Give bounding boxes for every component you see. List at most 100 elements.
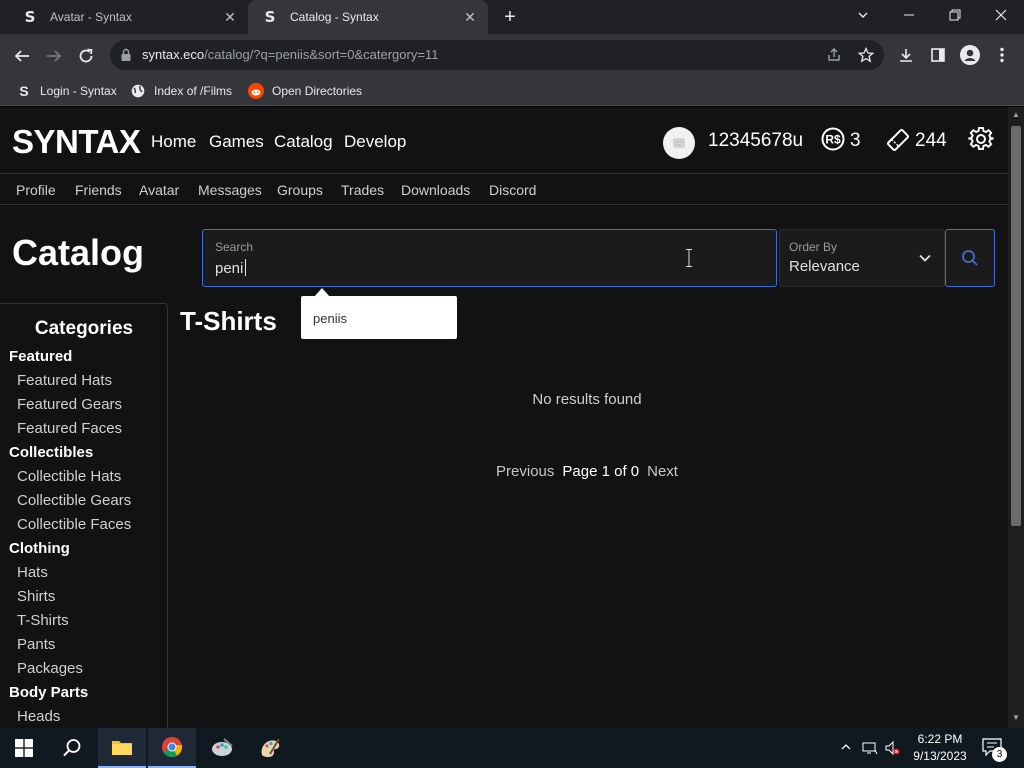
category-featured-faces[interactable]: Featured Faces — [17, 420, 122, 437]
order-by-label: Order By — [789, 240, 838, 254]
share-icon[interactable] — [823, 44, 845, 66]
category-clothing[interactable]: Clothing — [9, 540, 70, 557]
forward-arrow-icon[interactable] — [42, 44, 66, 68]
pagination: Previous Page 1 of 0 Next — [496, 463, 678, 480]
svg-text:R$: R$ — [825, 133, 841, 147]
globe-icon — [130, 83, 146, 99]
nav-home[interactable]: Home — [151, 132, 196, 152]
section-title: T-Shirts — [180, 306, 277, 336]
search-input[interactable] — [215, 258, 755, 278]
close-window-button[interactable] — [978, 0, 1024, 30]
bookmark-login-syntax[interactable]: S Login - Syntax — [16, 82, 117, 100]
side-panel-icon[interactable] — [927, 44, 949, 66]
paint-palette-icon[interactable] — [246, 728, 294, 768]
nav-games[interactable]: Games — [209, 132, 264, 152]
category-packages[interactable]: Packages — [17, 660, 83, 677]
syntax-favicon: S — [19, 83, 29, 99]
search-button[interactable] — [945, 229, 995, 287]
new-tab-button[interactable]: + — [500, 7, 520, 27]
restore-button[interactable] — [932, 0, 978, 30]
subnav-profile[interactable]: Profile — [16, 182, 56, 198]
tab-search-icon[interactable] — [840, 0, 886, 30]
robux-icon: R$ — [821, 127, 845, 151]
category-collectibles[interactable]: Collectibles — [9, 444, 93, 461]
subnav-downloads[interactable]: Downloads — [401, 182, 470, 198]
scroll-up-arrow-icon[interactable]: ▲ — [1011, 110, 1021, 120]
bookmark-open-directories[interactable]: Open Directories — [248, 82, 362, 100]
text-caret — [245, 259, 246, 276]
settings-gear-icon[interactable] — [968, 126, 994, 152]
bookmark-label: Login - Syntax — [40, 84, 117, 98]
scroll-down-arrow-icon[interactable]: ▼ — [1011, 713, 1021, 723]
nav-develop[interactable]: Develop — [344, 132, 406, 152]
category-featured-gears[interactable]: Featured Gears — [17, 396, 122, 413]
download-icon[interactable] — [895, 44, 917, 66]
chevron-down-icon — [918, 251, 932, 265]
url-text[interactable]: syntax.eco/catalog/?q=peniis&sort=0&cate… — [142, 47, 438, 62]
windows-start-icon[interactable] — [0, 728, 48, 768]
subnav-trades[interactable]: Trades — [341, 182, 384, 198]
category-t-shirts[interactable]: T-Shirts — [17, 612, 69, 629]
previous-page-button[interactable]: Previous — [496, 463, 554, 480]
paint-app-icon[interactable] — [198, 728, 246, 768]
bookmark-star-icon[interactable] — [855, 44, 877, 66]
lock-icon[interactable] — [120, 48, 132, 62]
category-shirts[interactable]: Shirts — [17, 588, 55, 605]
bookmark-label: Index of /Films — [154, 84, 233, 98]
category-featured[interactable]: Featured — [9, 348, 72, 365]
robux-count: 3 — [850, 130, 861, 151]
subnav-messages[interactable]: Messages — [198, 182, 262, 198]
next-page-button[interactable]: Next — [647, 463, 678, 480]
reload-icon[interactable] — [74, 44, 98, 68]
chrome-icon[interactable] — [148, 728, 196, 768]
taskbar-search-icon[interactable] — [48, 728, 96, 768]
order-by-value: Relevance — [789, 258, 860, 275]
subnav-groups[interactable]: Groups — [277, 182, 323, 198]
subnav-discord[interactable]: Discord — [489, 182, 536, 198]
category-pants[interactable]: Pants — [17, 636, 55, 653]
url-path: /catalog/?q=peniis&sort=0&catergory=11 — [204, 47, 439, 62]
syntax-favicon: S — [24, 8, 36, 26]
url-host: syntax.eco — [142, 47, 205, 62]
bookmark-label: Open Directories — [272, 84, 363, 98]
notification-count-badge: 3 — [992, 747, 1007, 762]
category-hats[interactable]: Hats — [17, 564, 48, 581]
bookmark-index-of-films[interactable]: Index of /Films — [130, 82, 232, 100]
subnav-avatar[interactable]: Avatar — [139, 182, 179, 198]
subnav-friends[interactable]: Friends — [75, 182, 122, 198]
sidebar-title: Categories — [34, 318, 134, 339]
user-avatar[interactable] — [663, 127, 695, 159]
close-icon[interactable]: ✕ — [462, 9, 478, 25]
scrollbar-thumb[interactable] — [1011, 126, 1021, 526]
tix-count: 244 — [915, 130, 947, 151]
profile-avatar-icon[interactable] — [959, 44, 981, 66]
tray-overflow-chevron-icon[interactable] — [840, 741, 852, 753]
tab-avatar[interactable]: S Avatar - Syntax ✕ — [0, 0, 248, 34]
tab-title: Catalog - Syntax — [290, 10, 379, 24]
syntax-favicon: S — [264, 8, 276, 26]
no-results-message: No results found — [532, 391, 642, 408]
clock-time[interactable]: 6:22 PM — [905, 732, 975, 746]
site-logo[interactable]: SYNTAX — [12, 123, 141, 161]
username[interactable]: 12345678u — [708, 130, 803, 152]
clock-date[interactable]: 9/13/2023 — [905, 749, 975, 763]
category-heads[interactable]: Heads — [17, 708, 60, 725]
category-collectible-gears[interactable]: Collectible Gears — [17, 492, 131, 509]
close-icon[interactable]: ✕ — [222, 9, 238, 25]
minimize-button[interactable] — [886, 0, 932, 30]
tab-title: Avatar - Syntax — [50, 10, 132, 24]
category-collectible-hats[interactable]: Collectible Hats — [17, 468, 121, 485]
page-indicator: Page 1 of 0 — [562, 463, 640, 480]
file-explorer-icon[interactable] — [98, 728, 146, 768]
nav-catalog[interactable]: Catalog — [274, 132, 333, 152]
network-icon[interactable] — [862, 740, 878, 756]
search-label: Search — [215, 240, 254, 254]
tab-catalog[interactable]: S Catalog - Syntax ✕ — [248, 0, 488, 34]
kebab-menu-icon[interactable] — [991, 44, 1013, 66]
category-featured-hats[interactable]: Featured Hats — [17, 372, 112, 389]
category-body-parts[interactable]: Body Parts — [9, 684, 88, 701]
back-arrow-icon[interactable] — [10, 44, 34, 68]
volume-muted-icon[interactable] — [884, 740, 900, 756]
category-collectible-faces[interactable]: Collectible Faces — [17, 516, 131, 533]
autocomplete-suggestion[interactable]: peniis — [313, 311, 347, 326]
